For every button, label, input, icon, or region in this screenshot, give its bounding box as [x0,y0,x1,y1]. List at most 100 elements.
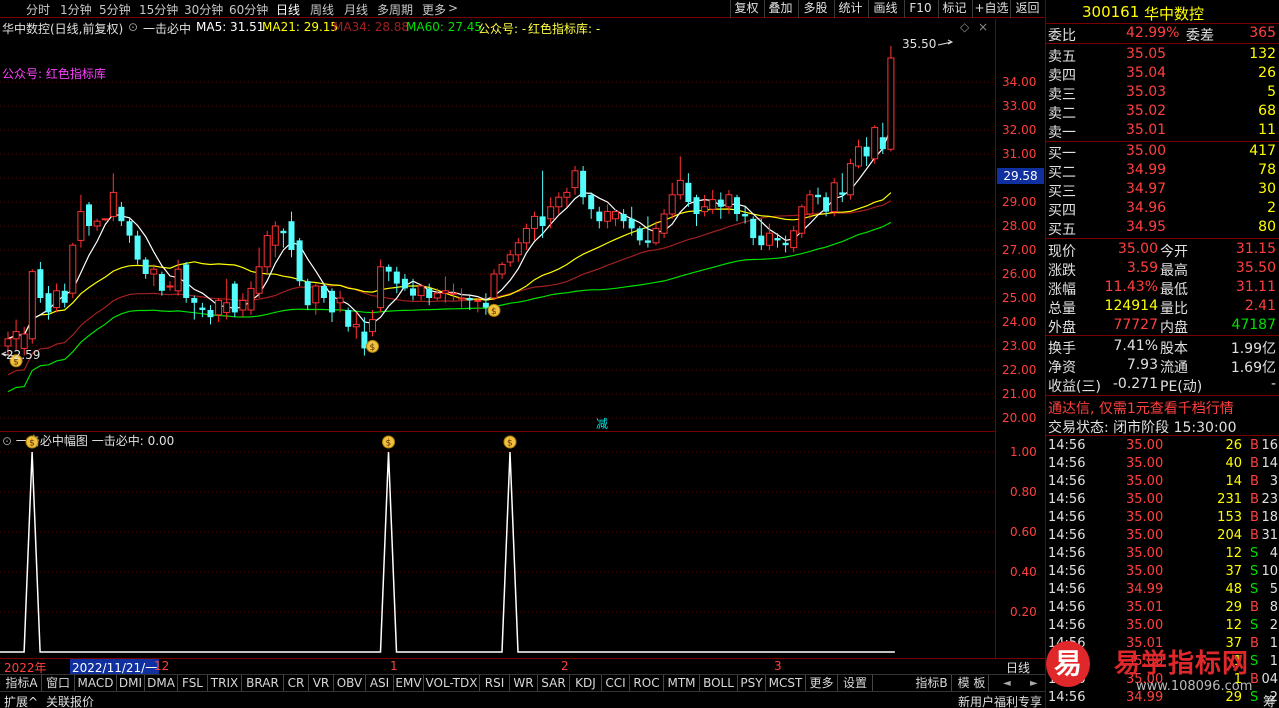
indicator-tab-dma[interactable]: DMA [145,675,178,692]
duogu-button[interactable]: 多股 [798,0,832,18]
indicator-tab-mcst[interactable]: MCST [766,675,806,692]
ask-level-2[interactable]: 卖四 35.04 26 [1046,64,1279,84]
period-daily[interactable]: 日线 [276,1,300,18]
indicator-tab-sar[interactable]: SAR [538,675,570,692]
tick-row: 14:56 35.00 26 B 16 [1048,438,1278,453]
indicator-tab-kdj[interactable]: KDJ [570,675,602,692]
period-weekly[interactable]: 周线 [310,1,334,18]
indicator-tab-emv[interactable]: EMV [394,675,424,692]
ask-level-4[interactable]: 卖二 35.02 68 [1046,102,1279,122]
candle [69,242,77,298]
brand-url: www.108096.com [1136,679,1253,694]
bid-level-4[interactable]: 买四 34.96 2 [1046,199,1279,219]
candle [288,211,295,258]
tongji-button[interactable]: 统计 [834,0,866,18]
indicator-tab-asi[interactable]: ASI [366,675,394,692]
ma34-line [7,200,892,376]
indicator-tab-fsl[interactable]: FSL [178,675,208,692]
period-fenshi[interactable]: 分时 [26,1,50,18]
indicator-tab-vr[interactable]: VR [309,675,334,692]
biaoji-button[interactable]: 标记 [938,0,970,18]
indicator-tab-mtm[interactable]: MTM [664,675,700,692]
new-user-link[interactable]: 新用户福利专享 [958,693,1042,708]
indicator-tab-right-0[interactable]: 指标B [912,675,952,692]
promo-row[interactable]: 通达信, 仅需1元查看千档行情 [1046,397,1279,418]
tick-row: 14:56 35.00 153 B 18 [1048,510,1278,525]
bid-level-5[interactable]: 买五 34.95 80 [1046,218,1279,238]
period-30min[interactable]: 30分钟 [184,1,223,18]
period-multi[interactable]: 多周期 [377,1,413,18]
candle [603,204,611,229]
level-price: 34.96 [1126,200,1167,216]
bid-level-1[interactable]: 买一 35.00 417 [1046,142,1279,162]
candle [93,218,101,231]
svg-text:$: $ [386,439,392,449]
add-watchlist-button[interactable]: +自选 [972,0,1010,18]
indicator-tab-wr[interactable]: WR [510,675,538,692]
period-60min[interactable]: 60分钟 [229,1,268,18]
indicator-tab-设置[interactable]: 设置 [838,675,873,692]
indicator-tab-roc[interactable]: ROC [630,675,664,692]
bid-level-2[interactable]: 买二 34.99 78 [1046,161,1279,181]
candlestick-chart[interactable]: $$$ 公众号: 红色指标库 35.50 22.59 减 [0,36,995,430]
svg-text:$: $ [491,307,497,317]
indicator-tab-rsi[interactable]: RSI [480,675,510,692]
period-1min[interactable]: 1分钟 [60,1,92,18]
candle [660,209,668,238]
signal-subchart[interactable]: $ $ $ [0,432,995,657]
candle [701,194,709,217]
candle [685,173,692,207]
nav-left-icon[interactable]: ◄ [1003,678,1011,689]
trade-status-row: 交易状态: 闭市阶段 15:30:00 [1046,416,1279,436]
candle [709,190,717,214]
related-quote-button[interactable]: 关联报价 [46,693,94,708]
ask-level-1[interactable]: 卖五 35.05 132 [1046,45,1279,65]
quote-panel: 300161 华中数控 委比 42.99% 委差 365 卖五 35.05 132 卖… [1045,0,1279,708]
indicator-tab-dmi[interactable]: DMI [117,675,145,692]
indicator-tab-cr[interactable]: CR [284,675,309,692]
indicator-tab-vol-tdx[interactable]: VOL-TDX [424,675,480,692]
diamond-icon[interactable]: ◇ [960,20,969,34]
indicator-tab-brar[interactable]: BRAR [242,675,284,692]
indicator-tab-trix[interactable]: TRIX [208,675,242,692]
indicator-tab-cci[interactable]: CCI [602,675,630,692]
more-arrow-icon[interactable]: > [448,1,458,15]
bid-level-3[interactable]: 买三 34.97 30 [1046,180,1279,200]
tick-row: 14:56 35.00 12 S 4 [1048,546,1278,561]
period-5min[interactable]: 5分钟 [99,1,131,18]
level-price: 34.95 [1126,219,1167,235]
promo-text[interactable]: 通达信, 仅需1元查看千档行情 [1048,398,1234,418]
indicator-tab-boll[interactable]: BOLL [700,675,738,692]
indicator-tab-obv[interactable]: OBV [334,675,366,692]
weicha-value: 365 [1249,25,1276,41]
diejia-button[interactable]: 叠加 [764,0,796,18]
gzh-value: 公众号: - [478,22,527,36]
indicator-tab-right-1[interactable]: 模 板 [955,675,989,692]
indicator-tab-psy[interactable]: PSY [738,675,766,692]
ask-level-3[interactable]: 卖三 35.03 5 [1046,83,1279,103]
indicator-tab-更多[interactable]: 更多 [806,675,838,692]
period-15min[interactable]: 15分钟 [139,1,178,18]
indicator-tab-窗口[interactable]: 窗口 [42,675,75,692]
candle [183,262,190,303]
indicator-tab-macd[interactable]: MACD [75,675,117,692]
dropdown-icon[interactable]: ⊙ [128,20,138,34]
level-price: 35.04 [1126,65,1167,81]
ask-level-5[interactable]: 卖一 35.01 11 [1046,121,1279,141]
level-price: 34.97 [1126,181,1167,197]
back-button[interactable]: 返回 [1010,0,1044,18]
huaxian-button[interactable]: 画线 [868,0,902,18]
y-tick-label: 24.00 [1002,315,1037,329]
indicator-tab-指标a[interactable]: 指标A [2,675,42,692]
candle [620,209,627,229]
expand-button[interactable]: 扩展^ [4,693,38,708]
main-indicator-name[interactable]: 一击必中 [143,20,191,37]
fuquan-button[interactable]: 复权 [730,0,762,18]
nav-right-icon[interactable]: ► [1030,678,1038,689]
candle [393,266,400,294]
f10-button[interactable]: F10 [904,0,936,18]
period-more[interactable]: 更多 [422,1,446,18]
candle [345,307,352,332]
period-monthly[interactable]: 月线 [344,1,368,18]
close-icon[interactable]: × [978,20,988,34]
